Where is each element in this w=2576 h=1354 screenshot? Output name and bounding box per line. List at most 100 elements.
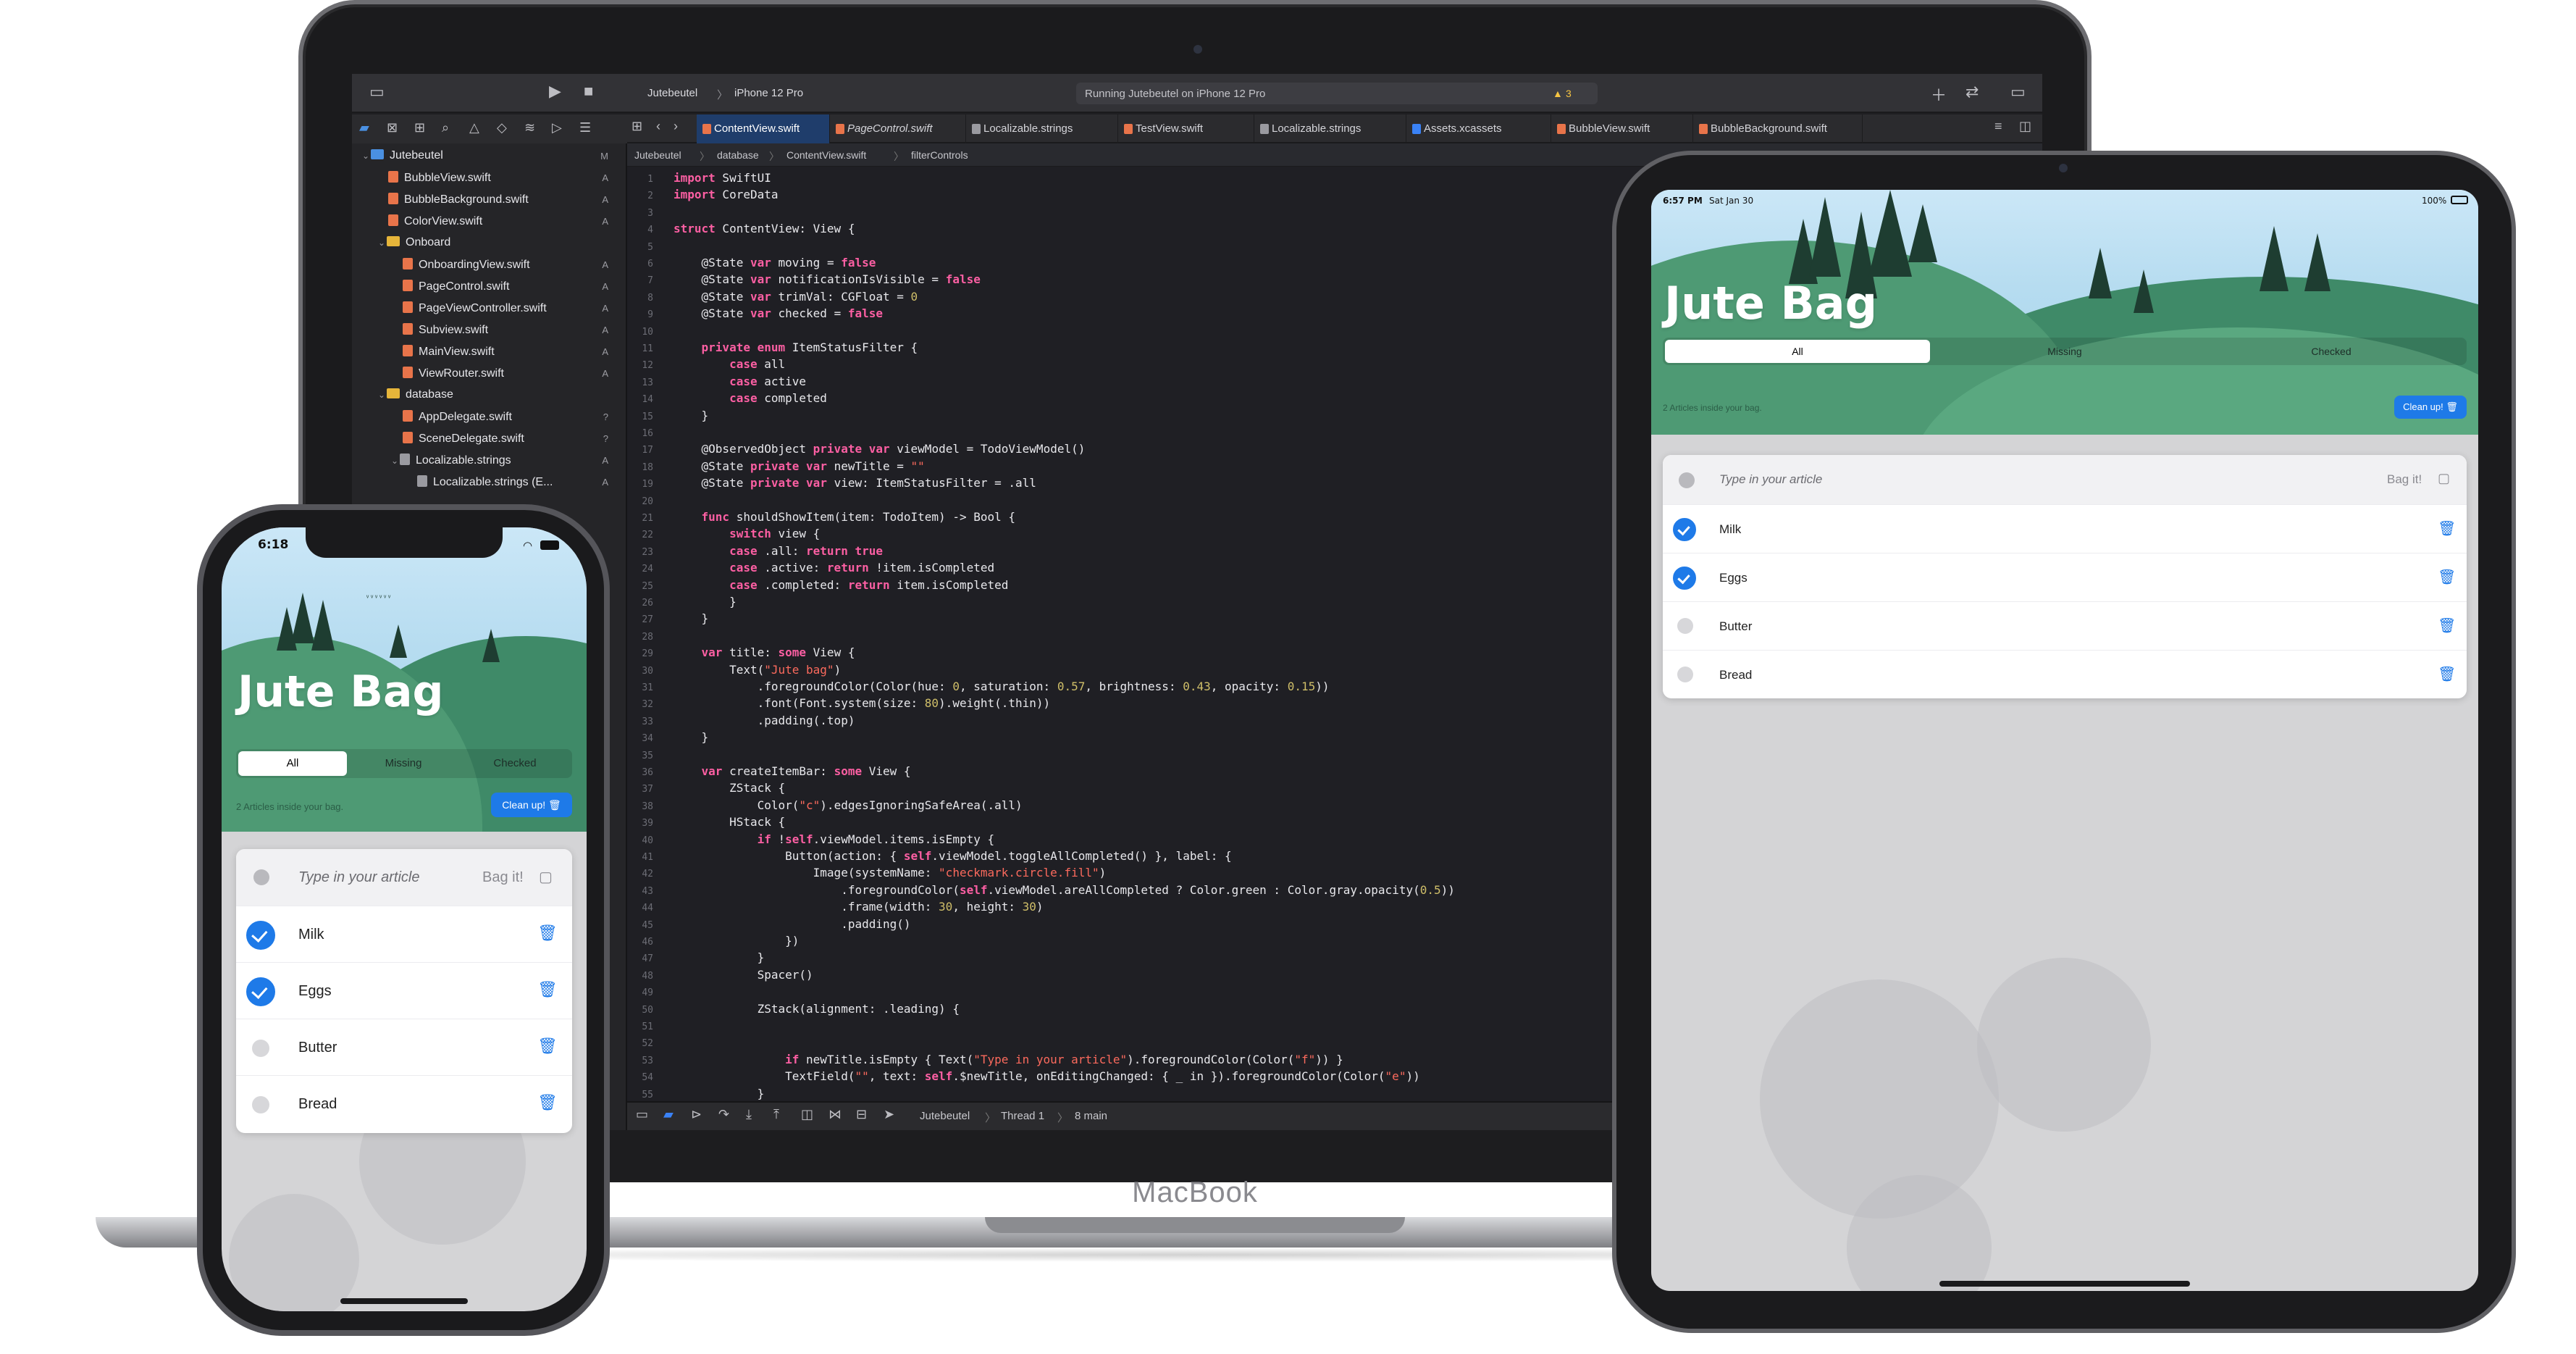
empty-circle-icon[interactable] [1677,666,1693,682]
list-item[interactable]: Eggs 🗑 [236,962,572,1019]
stop-icon[interactable]: ■ [584,82,593,101]
nav-item[interactable]: Subview.swift [403,323,488,337]
split-editor-icon[interactable]: ◫ [2019,119,2031,134]
inspector-toggle-icon[interactable]: ▭ [2010,83,2026,101]
tab-testview[interactable]: TestView.swift [1118,114,1254,143]
step-out-icon[interactable]: ⤒ [773,1107,779,1122]
grid-icon[interactable]: ⊞ [632,119,642,134]
nav-item[interactable]: BubbleView.swift [388,171,491,185]
trash-icon[interactable]: 🗑 [2438,617,2456,635]
forward-icon[interactable]: › [674,119,678,134]
memory-graph-icon[interactable]: ⋈ [828,1107,842,1122]
nav-item[interactable]: ViewRouter.swift [403,367,504,380]
list-item[interactable]: Bread 🗑 [1663,650,2467,698]
issue-icon[interactable]: △ [469,120,479,135]
segment-missing[interactable]: Missing [1932,340,2197,363]
checkmark-circle-icon[interactable] [1679,472,1695,488]
bag-it-button[interactable]: Bag it! [2387,472,2422,487]
add-icon[interactable]: ＋ [1931,83,1947,106]
jumpbar-group[interactable]: database [717,149,759,161]
jumpbar-project[interactable]: Jutebeutel [634,149,681,161]
tab-assets[interactable]: Assets.xcassets [1406,114,1551,143]
checkmark-circle-icon[interactable] [253,869,269,885]
list-item[interactable]: Milk 🗑 [236,906,572,962]
breakpoints-icon[interactable]: ▰ [663,1107,674,1122]
nav-item[interactable]: Localizable.strings (E... [417,475,553,489]
swap-icon[interactable]: ⇄ [1965,83,1979,101]
folder-icon[interactable]: ▰ [359,120,369,135]
nav-item[interactable]: BubbleBackground.swift [388,193,529,206]
empty-circle-icon[interactable] [252,1096,269,1113]
nav-item[interactable]: PageControl.swift [403,280,509,293]
segment-checked[interactable]: Checked [2199,340,2464,363]
nav-item[interactable]: ⌄ Jutebeutel [362,149,443,162]
list-item[interactable]: Butter 🗑 [236,1019,572,1075]
nav-item[interactable]: ColorView.swift [388,214,482,228]
trash-icon[interactable]: 🗑 [537,980,558,999]
nav-item[interactable]: SceneDelegate.swift [403,432,524,446]
debug-thread[interactable]: Thread 1 [1001,1110,1044,1122]
segment-checked[interactable]: Checked [461,751,569,776]
source-control-icon[interactable]: ⊠ [387,120,398,135]
device-selector[interactable]: iPhone 12 Pro [734,87,803,99]
nav-group[interactable]: ⌄ Onboard [378,236,450,249]
checkmark-circle-icon[interactable] [1673,518,1696,541]
trash-icon[interactable]: 🗑 [537,1093,558,1112]
debug-queue[interactable]: 8 main [1075,1110,1107,1122]
warning-icon[interactable]: ▲ [1553,88,1563,99]
search-icon[interactable]: ⌕ [442,120,449,135]
nav-item[interactable]: OnboardingView.swift [403,258,530,272]
clean-up-button[interactable]: Clean up! 🗑 [491,793,572,817]
new-item-input[interactable]: Type in your article [1719,472,1822,487]
empty-circle-icon[interactable] [252,1040,269,1057]
symbol-icon[interactable]: ⊞ [414,120,425,135]
breakpoint-icon[interactable]: ▷ [552,120,562,135]
nav-item[interactable]: AppDelegate.swift [403,410,512,424]
debug-target[interactable]: Jutebeutel [920,1110,970,1122]
nav-group[interactable]: ⌄ Localizable.strings [391,454,511,467]
step-in-icon[interactable]: ⤓ [746,1107,752,1122]
list-item[interactable]: Bread 🗑 [236,1075,572,1133]
checkmark-circle-icon[interactable] [1673,567,1696,590]
report-icon[interactable]: ☰ [579,120,591,135]
tab-localizable-2[interactable]: Localizable.strings [1254,114,1406,143]
play-icon[interactable]: ▶ [549,82,561,101]
view-hierarchy-icon[interactable]: ◫ [801,1107,813,1122]
empty-circle-icon[interactable] [1677,618,1693,634]
clean-up-button[interactable]: Clean up! 🗑 [2394,396,2467,419]
tab-pagecontrol[interactable]: PageControl.swift [830,114,966,143]
trash-icon[interactable]: 🗑 [537,924,558,943]
segment-all[interactable]: All [238,751,347,776]
step-over-icon[interactable]: ↷ [718,1107,729,1122]
hide-debug-icon[interactable]: ▭ [636,1107,648,1122]
trash-icon[interactable]: 🗑 [2438,665,2456,683]
bag-it-button[interactable]: Bag it! [482,869,524,886]
nav-item[interactable]: MainView.swift [403,345,495,359]
tab-contentview[interactable]: ContentView.swift [697,114,830,143]
jumpbar-symbol[interactable]: filterControls [911,149,968,161]
jumpbar-file[interactable]: ContentView.swift [786,149,866,161]
nav-item[interactable]: PageViewController.swift [403,301,547,315]
list-item[interactable]: Milk 🗑 [1663,504,2467,553]
editor-options-icon[interactable]: ≡ [1994,119,2002,134]
new-item-input[interactable]: Type in your article [298,869,419,886]
trash-icon[interactable]: 🗑 [2438,519,2456,538]
back-icon[interactable]: ‹ [656,119,660,134]
list-item[interactable]: Butter 🗑 [1663,601,2467,650]
tab-localizable[interactable]: Localizable.strings [966,114,1118,143]
continue-icon[interactable]: ⊳ [691,1107,702,1122]
trash-icon[interactable]: 🗑 [537,1037,558,1056]
tab-bubblebackground[interactable]: BubbleBackground.swift [1693,114,1863,143]
test-icon[interactable]: ◇ [497,120,507,135]
nav-group[interactable]: ⌄ database [378,388,453,401]
environment-icon[interactable]: ⊟ [856,1107,867,1122]
checkmark-circle-icon[interactable] [246,977,275,1006]
list-item[interactable]: Eggs 🗑 [1663,553,2467,601]
debug-icon[interactable]: ≋ [524,120,535,135]
scheme-selector[interactable]: Jutebeutel [647,87,697,99]
sidebar-toggle-icon[interactable]: ▭ [369,83,385,101]
segment-missing[interactable]: Missing [349,751,458,776]
checkmark-circle-icon[interactable] [246,921,275,950]
trash-icon[interactable]: 🗑 [2438,568,2456,586]
tab-bubbleview[interactable]: BubbleView.swift [1551,114,1693,143]
